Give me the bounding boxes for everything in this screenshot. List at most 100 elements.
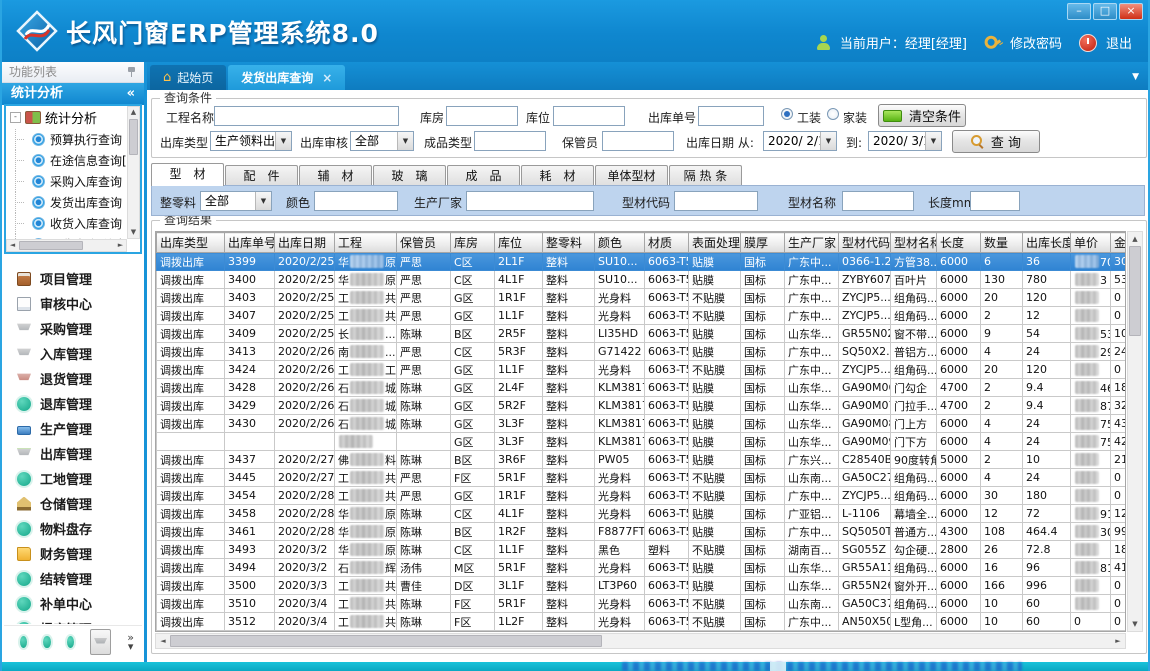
sidebar-module[interactable]: 补单中心	[4, 591, 142, 616]
table-row[interactable]: 调拨出库34612020/2/28华原...陈琳B区1R2F整料F8877FT6…	[157, 523, 1127, 541]
table-row[interactable]: 调拨出库35102020/3/4工共工程陈琳F区5R1F整料光身料6063-T5…	[157, 595, 1127, 613]
chevron-down-icon[interactable]: ▼	[275, 132, 291, 150]
table-row[interactable]: 调拨出库34282020/2/26石城陈琳G区2L4F整料KLM38176063…	[157, 379, 1127, 397]
change-password-link[interactable]: 修改密码	[1010, 33, 1062, 52]
logout-link[interactable]: 退出	[1106, 33, 1132, 52]
column-header[interactable]: 单价	[1071, 233, 1111, 253]
column-header[interactable]: 整零料	[543, 233, 595, 253]
chevron-down-icon[interactable]: ▼	[255, 192, 271, 210]
table-row[interactable]: 调拨出库34942020/3/2石辉城汤伟M区5R1F整料光身料6063-T5贴…	[157, 559, 1127, 577]
close-button[interactable]: ×	[1119, 3, 1143, 20]
table-row[interactable]: 调拨出库34032020/2/25工共工程严思G区1R1F整料光身料6063-T…	[157, 289, 1127, 307]
scroll-right-icon[interactable]: ►	[115, 240, 126, 251]
column-header[interactable]: 工程	[335, 233, 397, 253]
column-header[interactable]: 型材名称	[891, 233, 937, 253]
sidebar-module[interactable]: 工地管理	[4, 466, 142, 491]
material-tab[interactable]: 隔 热 条	[669, 165, 742, 186]
sidebar-module[interactable]: 审核中心	[4, 291, 142, 316]
scroll-right-icon[interactable]: ►	[1111, 634, 1125, 648]
chevron-down-icon[interactable]: ▼	[820, 132, 836, 150]
sidebar-module[interactable]: 物料盘存	[4, 516, 142, 541]
chevron-down-icon[interactable]: ▼	[925, 132, 941, 150]
module-dot-icon[interactable]	[43, 636, 50, 648]
tab-active[interactable]: 发货出库查询 ×	[228, 65, 345, 90]
sidebar-module[interactable]: 出库管理	[4, 441, 142, 466]
table-row[interactable]: 调拨出库34582020/2/28华原...陈琳C区4L1F整料光身料6063-…	[157, 505, 1127, 523]
material-tab[interactable]: 单体型材	[595, 165, 668, 186]
material-tab[interactable]: 配 件	[225, 165, 298, 186]
table-row[interactable]: G区3L3F整料KLM38176063-T5贴膜国标山东华...GA90M09.…	[157, 433, 1127, 451]
sidebar-section-header[interactable]: 统计分析 «	[2, 83, 144, 105]
more-modules-button[interactable]: »▾	[127, 633, 134, 651]
table-row[interactable]: 调拨出库34092020/2/25长...陈琳B区2R5F整料LI35HD606…	[157, 325, 1127, 343]
material-tab[interactable]: 耗 材	[521, 165, 594, 186]
radio-home-label[interactable]: 家装	[843, 109, 867, 126]
manufacturer-input[interactable]	[466, 191, 594, 211]
profile-name-input[interactable]	[842, 191, 914, 211]
grid-horizontal-scrollbar[interactable]: ◄ ►	[155, 633, 1126, 649]
table-row[interactable]: 调拨出库34242020/2/26工工程严思G区1L1F整料光身料6063-T5…	[157, 361, 1127, 379]
sidebar-module[interactable]: 入库管理	[4, 341, 142, 366]
column-header[interactable]: 材质	[645, 233, 689, 253]
out-type-select[interactable]: 生产领料出库 ▼	[210, 131, 292, 151]
table-row[interactable]: 调拨出库34302020/2/26石城陈琳G区3L3F整料KLM38176063…	[157, 415, 1127, 433]
audit-select[interactable]: 全部 ▼	[350, 131, 414, 151]
tree-item[interactable]: 发货出库查询	[6, 192, 127, 213]
length-input[interactable]	[970, 191, 1020, 211]
column-header[interactable]: 出库长度	[1023, 233, 1071, 253]
sidebar-module[interactable]: 生产管理	[4, 416, 142, 441]
grid-vertical-scrollbar[interactable]: ▲ ▼	[1127, 231, 1143, 632]
scrollbar-thumb[interactable]	[1129, 246, 1141, 336]
date-from-picker[interactable]: 2020/ 2/16 ▼	[763, 131, 837, 151]
material-tab[interactable]: 玻 璃	[373, 165, 446, 186]
table-row[interactable]: 调拨出库34372020/2/27佛料...陈琳B区3R6F整料PW056063…	[157, 451, 1127, 469]
scrollbar-thumb[interactable]	[129, 119, 138, 155]
location-input[interactable]	[553, 106, 625, 126]
column-header[interactable]: 长度	[937, 233, 981, 253]
sidebar-module[interactable]: 项目管理	[4, 266, 142, 291]
module-cart-button[interactable]	[90, 629, 111, 655]
sidebar-module[interactable]: 采购管理	[4, 316, 142, 341]
chevron-down-icon[interactable]: ▼	[397, 132, 413, 150]
column-header[interactable]: 膜厚	[741, 233, 785, 253]
maximize-button[interactable]: □	[1093, 3, 1117, 20]
table-row[interactable]: 调拨出库34932020/3/2华原...陈琳C区1L1F整料黑色塑料不贴膜国标…	[157, 541, 1127, 559]
collapse-icon[interactable]: «	[127, 83, 135, 105]
scrollbar-thumb[interactable]	[19, 241, 83, 250]
search-button[interactable]: 查 询	[952, 130, 1040, 153]
tree-item[interactable]: 预算执行查询	[6, 129, 127, 150]
tree-item[interactable]: 收货入库查询	[6, 213, 127, 234]
minimize-button[interactable]: –	[1067, 3, 1091, 20]
warehouse-input[interactable]	[446, 106, 518, 126]
material-tab[interactable]: 辅 材	[299, 165, 372, 186]
column-header[interactable]: 金	[1111, 233, 1127, 253]
tree-expander-icon[interactable]: -	[10, 112, 21, 123]
product-type-input[interactable]	[474, 131, 546, 151]
column-header[interactable]: 库房	[451, 233, 495, 253]
table-row[interactable]: 调拨出库34292020/2/26石城陈琳G区5R2F整料KLM38176063…	[157, 397, 1127, 415]
radio-home[interactable]	[827, 108, 839, 120]
column-header[interactable]: 出库单号	[225, 233, 275, 253]
column-header[interactable]: 生产厂家	[785, 233, 839, 253]
sidebar-module[interactable]: 退库管理	[4, 391, 142, 416]
scroll-up-icon[interactable]: ▲	[1128, 232, 1142, 246]
project-name-input[interactable]	[214, 106, 399, 126]
tree-item[interactable]: 采购入库查询	[6, 171, 127, 192]
pin-icon[interactable]	[127, 67, 136, 77]
module-dot-icon[interactable]	[67, 636, 74, 648]
table-row[interactable]: 调拨出库33992020/2/25华原...严思C区2L1F整料SU10...6…	[157, 253, 1127, 271]
column-header[interactable]: 出库日期	[275, 233, 335, 253]
material-tab[interactable]: 成 品	[447, 165, 520, 186]
sidebar-module[interactable]: 财务管理	[4, 541, 142, 566]
table-row[interactable]: 调拨出库34452020/2/27工共工程严思F区5R1F整料光身料6063-T…	[157, 469, 1127, 487]
table-row[interactable]: 调拨出库35002020/3/3工共工程曹佳D区3L1F整料LT3P606063…	[157, 577, 1127, 595]
close-tab-icon[interactable]: ×	[322, 71, 332, 85]
scroll-left-icon[interactable]: ◄	[156, 634, 170, 648]
sidebar-module[interactable]: 退货管理	[4, 366, 142, 391]
table-row[interactable]: 调拨出库34132020/2/26南...严思C区5R3F整料G71422606…	[157, 343, 1127, 361]
order-no-input[interactable]	[698, 106, 764, 126]
tab-inactive[interactable]: 起始页	[150, 65, 226, 90]
whole-part-select[interactable]: 全部 ▼	[200, 191, 272, 211]
sidebar-module[interactable]: 结转管理	[4, 566, 142, 591]
column-header[interactable]: 保管员	[397, 233, 451, 253]
